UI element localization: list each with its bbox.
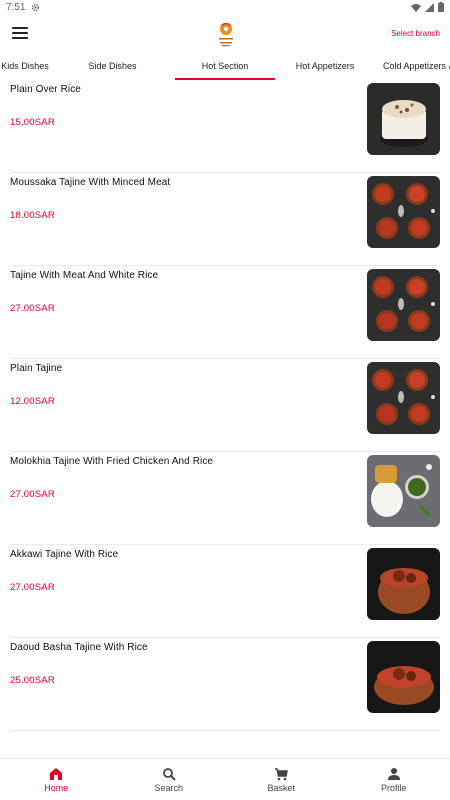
search-icon — [162, 767, 176, 781]
item-price: 27.00SAR — [10, 303, 55, 314]
profile-icon — [387, 767, 400, 780]
status-bar: 7:51 — [0, 0, 450, 14]
nav-basket[interactable]: Basket — [225, 759, 338, 800]
select-branch-button[interactable]: Select branch — [391, 29, 440, 38]
wifi-icon — [411, 3, 421, 12]
category-tabs: Kids Dishes Side Dishes Hot Section Hot … — [0, 52, 450, 80]
tab-side-dishes[interactable]: Side Dishes — [50, 52, 175, 80]
tab-cold-appetizers[interactable]: Cold Appetizers & — [375, 52, 450, 80]
nav-profile[interactable]: Profile — [338, 759, 450, 800]
home-icon — [50, 767, 63, 780]
rice-bowl-image — [367, 83, 440, 155]
item-name: Molokhia Tajine With Fried Chicken And R… — [10, 456, 214, 467]
restaurant-logo — [219, 22, 233, 47]
hamburger-menu-icon[interactable] — [12, 27, 28, 39]
item-name: Tajine With Meat And White Rice — [10, 270, 159, 281]
item-price: 12.00SAR — [10, 396, 55, 407]
item-price: 18.00SAR — [10, 210, 55, 221]
menu-item[interactable]: Moussaka Tajine With Minced Meat 18.00SA… — [0, 173, 450, 266]
molokhia-plate-image — [367, 455, 440, 527]
item-name: Plain Over Rice — [10, 84, 81, 95]
tab-hot-section[interactable]: Hot Section — [175, 52, 275, 80]
item-price: 25.00SAR — [10, 675, 55, 686]
item-name: Plain Tajine — [10, 363, 63, 374]
signal-icon — [425, 2, 434, 12]
item-price: 15.00SAR — [10, 117, 55, 128]
item-name: Moussaka Tajine With Minced Meat — [10, 177, 171, 188]
settings-gear-icon — [32, 3, 40, 11]
tab-kids-dishes[interactable]: Kids Dishes — [0, 52, 50, 80]
item-name: Daoud Basha Tajine With Rice — [10, 642, 148, 653]
clay-pot-image — [367, 641, 440, 713]
menu-item[interactable]: Molokhia Tajine With Fried Chicken And R… — [0, 452, 450, 545]
basket-icon — [275, 767, 289, 780]
bottom-navigation: Home Search Basket Profile — [0, 758, 450, 800]
battery-icon — [438, 2, 444, 12]
item-price: 27.00SAR — [10, 489, 55, 500]
menu-item-list[interactable]: Plain Over Rice 15.00SAR Moussaka Tajine… — [0, 80, 450, 758]
nav-home[interactable]: Home — [0, 759, 113, 800]
tab-hot-appetizers[interactable]: Hot Appetizers — [275, 52, 375, 80]
menu-item[interactable]: Plain Over Rice 15.00SAR — [0, 80, 450, 173]
item-price: 27.00SAR — [10, 582, 55, 593]
tajine-pots-image — [367, 362, 440, 434]
clay-pot-image — [367, 548, 440, 620]
menu-item[interactable]: Tajine With Meat And White Rice 27.00SAR — [0, 266, 450, 359]
tajine-pots-image — [367, 269, 440, 341]
item-name: Akkawi Tajine With Rice — [10, 549, 119, 560]
menu-item[interactable]: Plain Tajine 12.00SAR — [0, 359, 450, 452]
status-time: 7:51 — [6, 1, 26, 13]
app-bar: Select branch — [0, 14, 450, 52]
tajine-pots-image — [367, 176, 440, 248]
menu-item[interactable]: Daoud Basha Tajine With Rice 25.00SAR — [0, 638, 450, 731]
nav-search[interactable]: Search — [113, 759, 226, 800]
menu-item[interactable]: Akkawi Tajine With Rice 27.00SAR — [0, 545, 450, 638]
